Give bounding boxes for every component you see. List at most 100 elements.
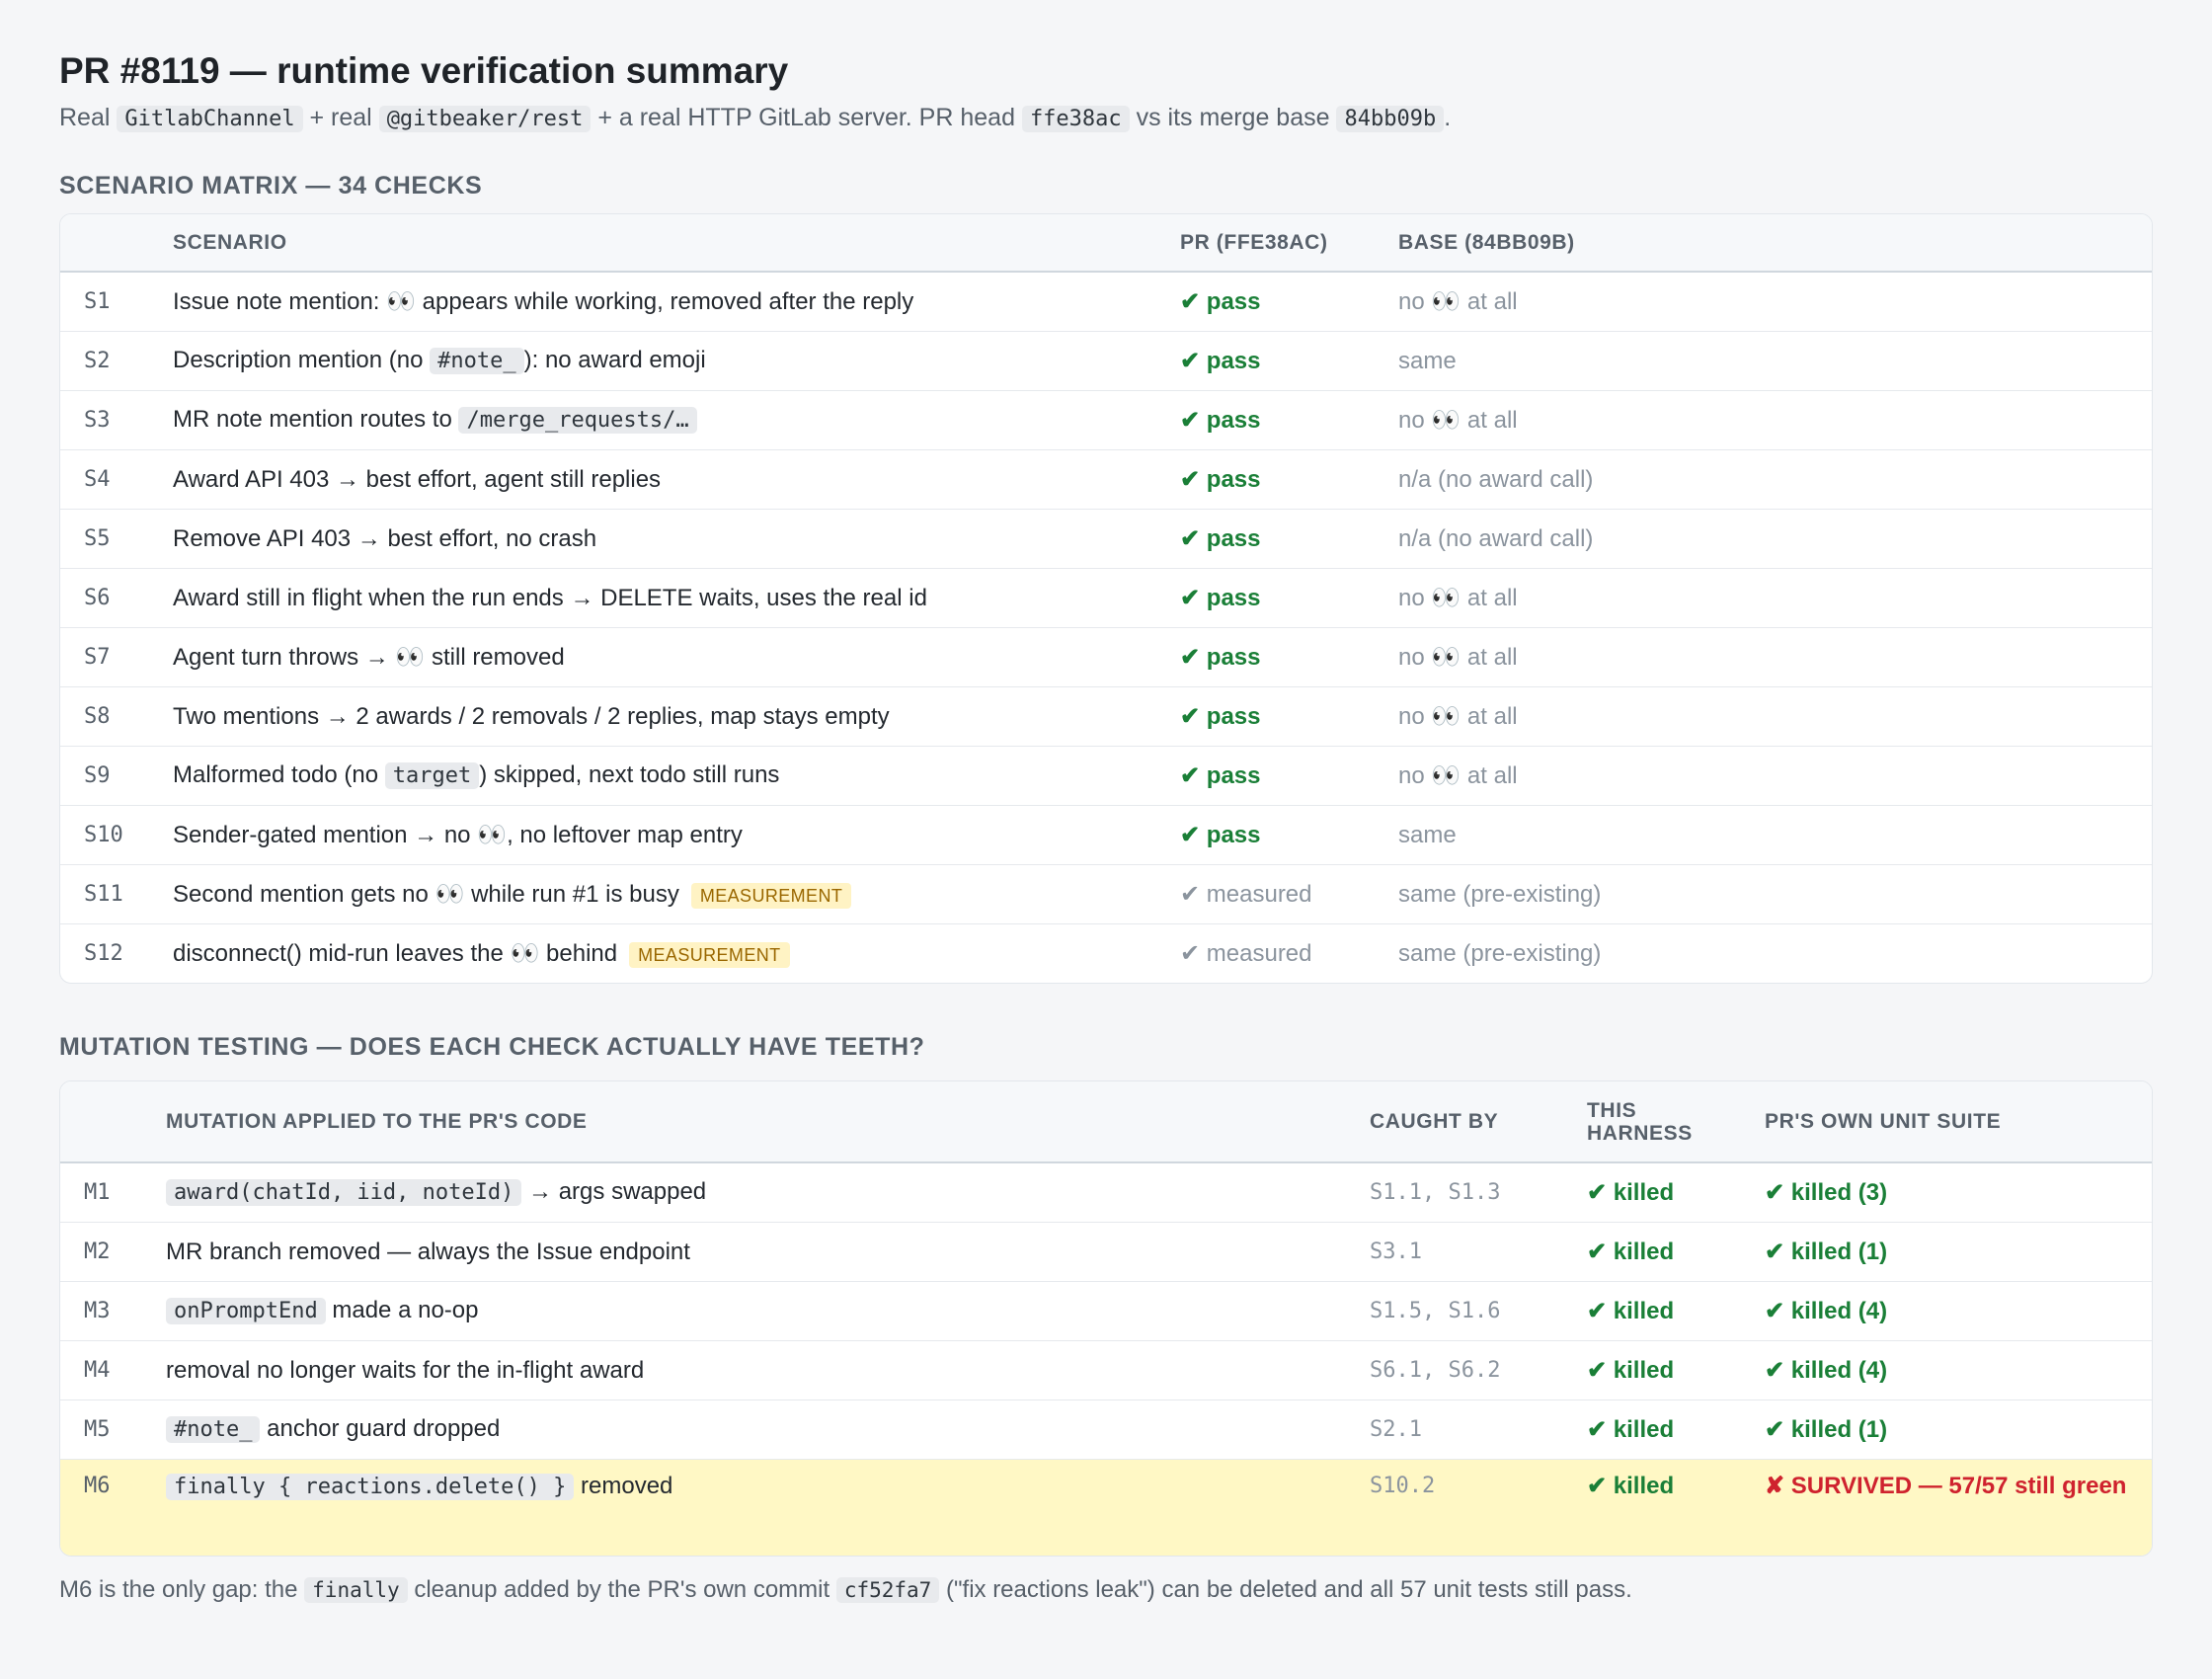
scenario-id: S3: [60, 390, 173, 450]
base-result: same (pre-existing): [1398, 864, 2152, 924]
mutation-description: #note_ anchor guard dropped: [166, 1399, 1370, 1460]
footnote-text: ("fix reactions leak") can be deleted an…: [939, 1576, 1632, 1603]
scenario-text: Award still in flight when the run ends …: [173, 584, 927, 611]
mutation-code: award(chatId, iid, noteId): [166, 1179, 522, 1206]
scenario-text: Sender-gated mention → no 👀, no leftover…: [173, 821, 743, 848]
scenario-text: Malformed todo (no: [173, 761, 385, 788]
table-row: M2 MR branch removed — always the Issue e…: [60, 1222, 2152, 1282]
table-row: S6 Award still in flight when the run end…: [60, 568, 2152, 628]
scenario-matrix-card: SCENARIO PR (FFE38AC) BASE (84BB09B) S1 I…: [59, 213, 2153, 984]
table-row: S4 Award API 403 → best effort, agent sti…: [60, 449, 2152, 510]
caught-by: S10.2: [1370, 1459, 1587, 1556]
mutation-id: M1: [60, 1162, 166, 1223]
pr-result: ✔ pass: [1180, 746, 1398, 806]
table-row: S12 disconnect() mid-run leaves the 👀 beh…: [60, 924, 2152, 984]
scenario-id: S12: [84, 940, 123, 966]
mutation-description: finally { reactions.delete() } removed: [166, 1459, 1370, 1556]
scenario-matrix-title: SCENARIO MATRIX — 34 CHECKS: [59, 172, 483, 200]
scenario-description: Agent turn throws → 👀 still removed: [173, 627, 1180, 687]
scenario-code: /merge_requests/…: [458, 407, 697, 434]
mutation-code: finally { reactions.delete() }: [166, 1474, 575, 1500]
scenario-id: S10: [60, 805, 173, 865]
footnote-text: M6 is the only gap: the: [59, 1576, 305, 1603]
table-row: M6 finally { reactions.delete() } removed…: [60, 1459, 2152, 1556]
mutation-text: made a no-op: [325, 1297, 479, 1323]
scenario-description: Second mention gets no 👀 while run #1 is…: [173, 864, 1180, 924]
caught-by: S1.5, S1.6: [1370, 1281, 1587, 1341]
table-row: S5 Remove API 403 → best effort, no crash…: [60, 509, 2152, 569]
unit-suite-result: ✘ SURVIVED — 57/57 still green: [1765, 1459, 2152, 1556]
column-header-base: BASE (84BB09B): [1398, 214, 2152, 273]
harness-result: ✔ killed: [1587, 1162, 1765, 1223]
scenario-text: Agent turn throws → 👀 still removed: [173, 643, 565, 671]
subtitle-code: 84bb09b: [1336, 106, 1445, 132]
scenario-id: S4: [60, 449, 173, 510]
table-row: M3 onPromptEnd made a no-op S1.5, S1.6 ✔ ki…: [60, 1281, 2152, 1341]
scenario-text: Issue note mention: 👀 appears while work…: [173, 287, 914, 315]
table-row: S10 Sender-gated mention → no 👀, no lefto…: [60, 805, 2152, 865]
mutation-text: anchor guard dropped: [260, 1415, 501, 1442]
column-header-harness-line2: HARNESS: [1587, 1121, 1693, 1145]
base-result: same: [1398, 805, 2152, 865]
mutation-text: removed: [574, 1473, 673, 1499]
scenario-description: Award still in flight when the run ends …: [173, 568, 1180, 628]
mutation-id: M5: [60, 1399, 166, 1460]
subtitle-text: + a real HTTP GitLab server. PR head: [591, 104, 1022, 131]
column-header-caught-by: CAUGHT BY: [1370, 1081, 1587, 1163]
table-row: M1 award(chatId, iid, noteId) → args swap…: [60, 1162, 2152, 1223]
column-header-pr: PR (FFE38AC): [1180, 214, 1398, 273]
scenario-code: target: [384, 762, 480, 789]
base-result: n/a (no award call): [1398, 449, 2152, 510]
mutation-description: removal no longer waits for the in-fligh…: [166, 1340, 1370, 1400]
scenario-text: MR note mention routes to: [173, 406, 459, 433]
table-row: S1 Issue note mention: 👀 appears while wo…: [60, 272, 2152, 332]
unit-suite-result: ✔ killed (1): [1765, 1399, 2152, 1460]
scenario-description: MR note mention routes to /merge_request…: [173, 390, 1180, 450]
footnote-code: cf52fa7: [835, 1577, 940, 1603]
harness-result: ✔ killed: [1587, 1340, 1765, 1400]
scenario-text: ): no award emoji: [523, 347, 706, 373]
table-row: S11 Second mention gets no 👀 while run #1…: [60, 864, 2152, 924]
mutation-testing-title: MUTATION TESTING — DOES EACH CHECK ACTUA…: [59, 1033, 925, 1061]
mutation-code: onPromptEnd: [166, 1298, 326, 1324]
unit-suite-result: ✔ killed (3): [1765, 1162, 2152, 1223]
table-row: S9 Malformed todo (no target) skipped, ne…: [60, 746, 2152, 806]
unit-suite-result: ✔ killed (4): [1765, 1281, 2152, 1341]
mutation-text: MR branch removed — always the Issue end…: [166, 1238, 690, 1265]
scenario-id: S8: [60, 686, 173, 747]
scenario-description: Two mentions → 2 awards / 2 removals / 2…: [173, 686, 1180, 747]
scenario-id: S2: [60, 331, 173, 391]
mutation-id: M3: [60, 1281, 166, 1341]
pr-result: ✔ pass: [1180, 568, 1398, 628]
base-result: no 👀 at all: [1398, 568, 2152, 628]
base-result: no 👀 at all: [1398, 746, 2152, 806]
scenario-text: Award API 403 → best effort, agent still…: [173, 465, 662, 493]
table-row: S8 Two mentions → 2 awards / 2 removals /…: [60, 686, 2152, 747]
harness-result: ✔ killed: [1587, 1459, 1765, 1556]
scenario-description: Issue note mention: 👀 appears while work…: [173, 272, 1180, 332]
column-header-id: [60, 214, 173, 273]
pr-result: ✔ pass: [1180, 331, 1398, 391]
subtitle-code: ffe38ac: [1021, 106, 1130, 132]
base-result: n/a (no award call): [1398, 509, 2152, 569]
pr-result: ✔ pass: [1180, 686, 1398, 747]
page-subtitle: Real GitlabChannel + real @gitbeaker/res…: [59, 101, 2153, 136]
harness-result: ✔ killed: [1587, 1222, 1765, 1282]
base-result: same: [1398, 331, 2152, 391]
unit-suite-result: ✔ killed (1): [1765, 1222, 2152, 1282]
scenario-description: Description mention (no #note_): no awar…: [173, 331, 1180, 391]
table-header-row: SCENARIO PR (FFE38AC) BASE (84BB09B): [60, 214, 2152, 273]
base-result: no 👀 at all: [1398, 627, 2152, 687]
pr-result: ✔ pass: [1180, 449, 1398, 510]
scenario-code: #note_: [430, 348, 524, 374]
mutation-description: MR branch removed — always the Issue end…: [166, 1222, 1370, 1282]
column-header-scenario: SCENARIO: [173, 214, 1180, 273]
base-result: same (pre-existing): [1398, 939, 1602, 967]
mutation-description: award(chatId, iid, noteId) → args swappe…: [166, 1162, 1370, 1223]
scenario-description: Sender-gated mention → no 👀, no leftover…: [173, 805, 1180, 865]
mutation-testing-card: MUTATION APPLIED TO THE PR'S CODE CAUGHT…: [59, 1080, 2153, 1557]
table-row: S7 Agent turn throws → 👀 still removed ✔ p…: [60, 627, 2152, 687]
pr-result: ✔ pass: [1180, 509, 1398, 569]
caught-by: S6.1, S6.2: [1370, 1340, 1587, 1400]
subtitle-text: vs its merge base: [1129, 104, 1337, 131]
